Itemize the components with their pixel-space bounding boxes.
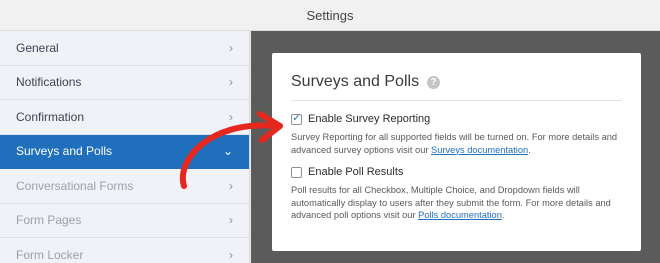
divider	[291, 100, 622, 101]
sidebar-item-general[interactable]: General ›	[0, 31, 249, 66]
page-title: Settings	[306, 7, 354, 23]
sidebar-item-label: Notifications	[16, 75, 82, 90]
description-text: .	[528, 144, 531, 155]
sidebar-item-label: Confirmation	[16, 109, 85, 124]
chevron-right-icon: ›	[229, 75, 233, 90]
surveys-documentation-link[interactable]: Surveys documentation	[431, 145, 528, 155]
description-text: .	[501, 210, 505, 220]
polls-documentation-link[interactable]: Polls documentation	[418, 210, 502, 220]
top-bar: Settings	[0, 0, 660, 31]
sidebar-item-notifications[interactable]: Notifications ›	[0, 66, 249, 100]
poll-results-option: Enable Poll Results Poll results for all…	[291, 166, 626, 222]
sidebar-item-label: Surveys and Polls	[16, 144, 113, 159]
settings-content-area: Surveys and Polls ? ✓ Enable Survey Repo…	[251, 31, 660, 263]
sidebar-item-label: Form Locker	[16, 247, 84, 262]
survey-reporting-option: ✓ Enable Survey Reporting Survey Reporti…	[291, 113, 626, 156]
annotation-arrow-icon	[179, 111, 283, 189]
panel-title: Surveys and Polls	[291, 73, 420, 90]
panel-header: Surveys and Polls ?	[291, 73, 622, 91]
help-icon[interactable]: ?	[427, 75, 441, 89]
sidebar-item-form-pages[interactable]: Form Pages ›	[0, 204, 249, 238]
sidebar-item-label: Form Pages	[16, 213, 82, 228]
survey-reporting-checkbox[interactable]: ✓	[291, 113, 302, 125]
chevron-right-icon: ›	[229, 247, 233, 262]
chevron-right-icon: ›	[229, 40, 233, 55]
chevron-right-icon: ›	[229, 213, 233, 228]
survey-reporting-description: Survey Reporting for all supported field…	[291, 131, 626, 156]
survey-reporting-label[interactable]: Enable Survey Reporting	[308, 113, 430, 125]
poll-results-label[interactable]: Enable Poll Results	[308, 166, 403, 178]
sidebar-item-label: General	[16, 40, 59, 55]
sidebar-item-form-locker[interactable]: Form Locker ›	[0, 238, 249, 263]
poll-results-description: Poll results for all Checkbox, Multiple …	[291, 184, 626, 222]
poll-results-checkbox[interactable]	[291, 166, 302, 178]
sidebar-item-label: Conversational Forms	[16, 178, 134, 193]
settings-panel: Surveys and Polls ? ✓ Enable Survey Repo…	[272, 53, 641, 251]
